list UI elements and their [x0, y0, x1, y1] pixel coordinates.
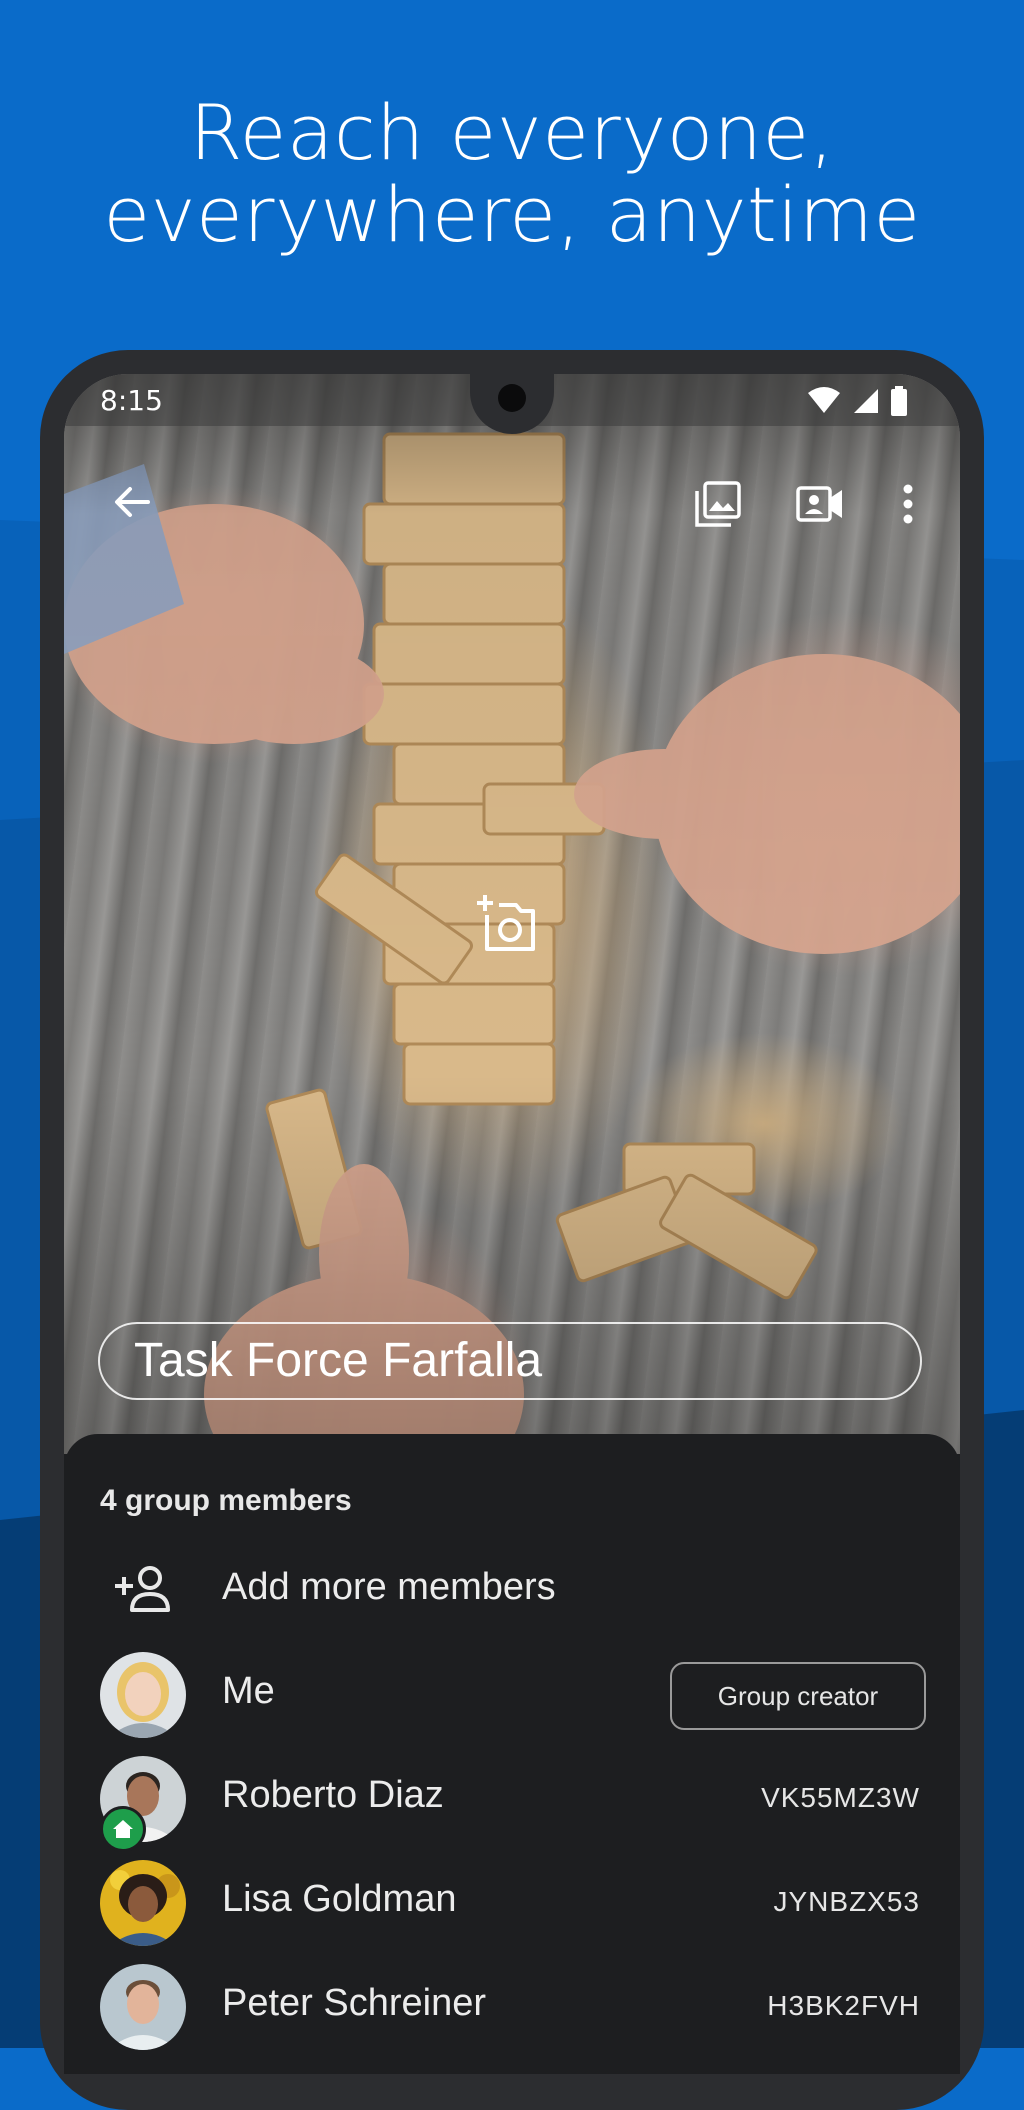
signal-icon	[854, 389, 878, 413]
more-vert-icon	[903, 484, 913, 524]
more-options-button[interactable]	[888, 474, 928, 534]
member-name: Peter Schreiner	[222, 1982, 487, 2024]
status-icons	[806, 386, 908, 416]
add-person-icon	[115, 1566, 170, 1612]
add-photo-icon	[477, 895, 535, 951]
change-photo-button[interactable]	[468, 886, 544, 962]
member-id: H3BK2FVH	[767, 1990, 920, 2021]
gallery-icon	[695, 481, 741, 527]
avatar	[100, 1964, 186, 2050]
group-name-input[interactable]: Task Force Farfalla	[98, 1322, 922, 1400]
status-time: 8:15	[100, 384, 163, 417]
promo-headline: Reach everyone, everywhere, anytime	[0, 92, 1024, 256]
headline-line-2: everywhere, anytime	[103, 170, 921, 259]
member-name: Roberto Diaz	[222, 1774, 444, 1816]
gallery-button[interactable]	[688, 474, 748, 534]
group-creator-badge: Group creator	[670, 1662, 926, 1730]
member-row-me[interactable]: Me Group creator	[64, 1644, 960, 1744]
members-panel: 4 group members Add more members Me Grou…	[64, 1434, 960, 2074]
member-id: VK55MZ3W	[761, 1782, 920, 1813]
add-members-row[interactable]: Add more members	[64, 1540, 960, 1640]
member-name: Lisa Goldman	[222, 1878, 457, 1920]
avatar	[100, 1652, 186, 1738]
back-arrow-icon	[115, 487, 150, 517]
home-status-badge	[100, 1806, 146, 1852]
video-call-button[interactable]	[790, 474, 850, 534]
home-icon	[113, 1820, 133, 1838]
phone-screen: 8:15 Task Force Farfalla 4 group members…	[64, 374, 960, 2074]
battery-icon	[891, 386, 907, 416]
member-row-roberto[interactable]: Roberto Diaz VK55MZ3W	[64, 1748, 960, 1852]
member-name: Me	[222, 1670, 275, 1712]
wifi-icon	[808, 387, 840, 413]
video-call-icon	[796, 486, 842, 522]
members-count: 4 group members	[100, 1484, 352, 1517]
add-members-label: Add more members	[222, 1566, 556, 1608]
member-row-peter[interactable]: Peter Schreiner H3BK2FVH	[64, 1956, 960, 2056]
avatar	[100, 1860, 186, 1946]
member-row-lisa[interactable]: Lisa Goldman JYNBZX53	[64, 1852, 960, 1952]
member-id: JYNBZX53	[773, 1886, 920, 1917]
front-camera	[498, 384, 526, 412]
headline-line-1: Reach everyone,	[189, 88, 835, 177]
back-button[interactable]	[104, 474, 160, 530]
